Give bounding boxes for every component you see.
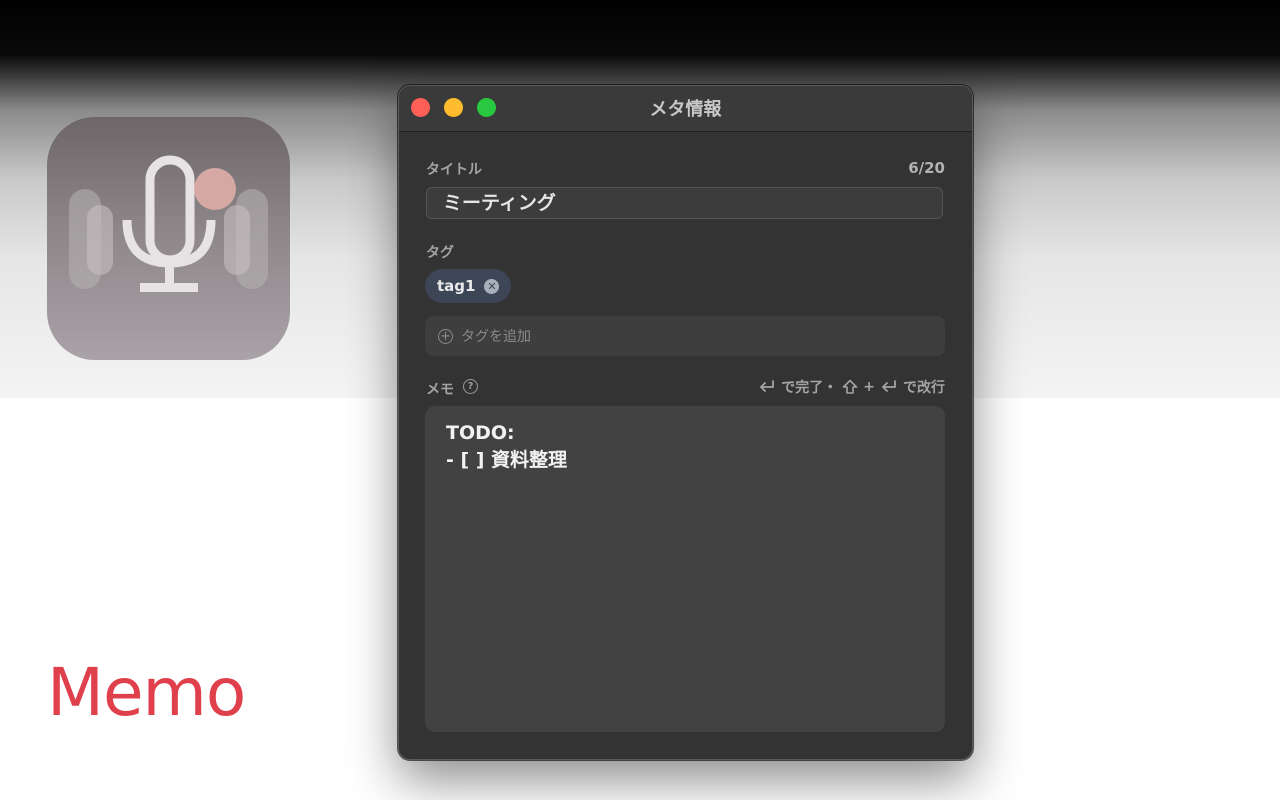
memo-line: - [ ] 資料整理 xyxy=(446,449,568,471)
return-key-icon xyxy=(760,380,775,392)
shift-key-icon xyxy=(842,379,858,394)
tag-chip[interactable]: tag1 ✕ xyxy=(425,269,511,303)
return-key-icon xyxy=(882,380,896,392)
memo-textarea[interactable]: TODO: - [ ] 資料整理 xyxy=(425,406,945,732)
help-icon[interactable]: ? xyxy=(463,379,478,394)
hint-newline-text: で改行 xyxy=(903,380,945,396)
title-char-counter: 6/20 xyxy=(908,159,945,177)
hint-plus-text: + xyxy=(863,379,875,395)
title-bar: メタ情報 xyxy=(399,86,972,132)
add-tag-placeholder: タグを追加 xyxy=(461,329,531,345)
title-label: タイトル xyxy=(426,162,482,178)
remove-tag-icon[interactable]: ✕ xyxy=(484,278,500,294)
window-title: メタ情報 xyxy=(649,99,722,120)
hint-done-text: で完了・ xyxy=(781,380,838,396)
microphone-icon xyxy=(69,155,268,292)
meta-info-window: メタ情報 タイトル 6/20 ミーティング タグ tag1 ✕ + タグを追加 … xyxy=(398,85,973,760)
title-input[interactable]: ミーティング xyxy=(426,187,943,219)
add-tag-input[interactable]: + タグを追加 xyxy=(425,316,945,356)
memo-line: TODO: xyxy=(446,422,515,444)
app-icon xyxy=(47,117,290,360)
add-circle-icon: + xyxy=(438,328,453,344)
keyboard-hint: で完了・ + で改行 xyxy=(758,377,945,397)
memo-label: メモ xyxy=(426,382,454,398)
brand-memo-text: Memo xyxy=(47,654,246,731)
tags-label: タグ xyxy=(426,245,454,261)
tag-chip-label: tag1 xyxy=(437,277,476,295)
